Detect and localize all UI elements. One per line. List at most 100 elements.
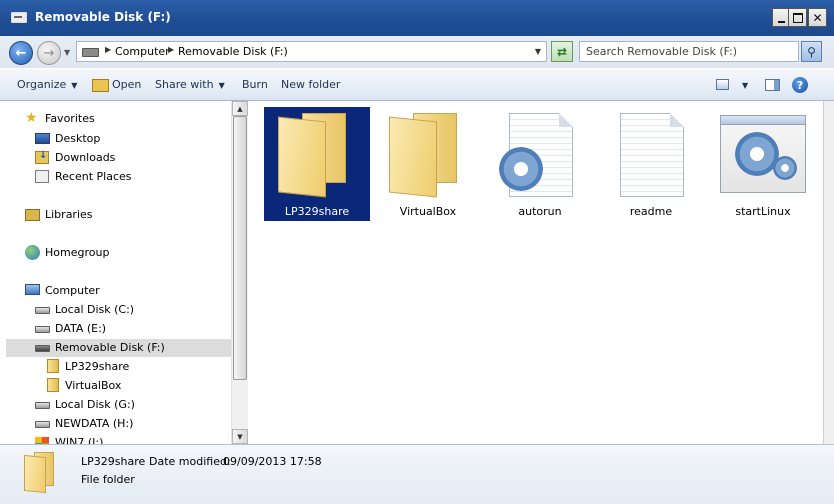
address-dropdown-icon[interactable]: ▼ (535, 47, 541, 56)
details-date-modified-label: Date modified: (149, 455, 231, 468)
folder-icon (278, 113, 356, 198)
refresh-icon: ⇄ (556, 44, 568, 59)
back-button[interactable]: ← (9, 41, 33, 65)
views-dropdown-icon[interactable]: ▼ (742, 81, 748, 90)
drive-icon (82, 48, 99, 57)
nav-item-removable-disk-f[interactable]: Removable Disk (F:) (6, 339, 231, 357)
share-with-button[interactable]: Share with ▼ (155, 78, 225, 91)
file-item-startlinux[interactable]: startLinux (710, 107, 816, 221)
breadcrumb-separator[interactable]: ▶ (168, 45, 174, 54)
nav-item-win7-i[interactable]: WIN7 (I:) (0, 434, 230, 444)
help-icon[interactable]: ? (792, 77, 808, 93)
folder-icon (47, 359, 59, 373)
details-pane: LP329share Date modified: 09/09/2013 17:… (0, 444, 834, 504)
search-icon: ⚲ (807, 44, 816, 59)
back-arrow-icon: ← (15, 45, 27, 61)
navigation-scrollbar[interactable]: ▲ ▼ (231, 101, 248, 444)
nav-item-favorites[interactable]: ★ Favorites (0, 110, 230, 128)
forward-button[interactable]: → (37, 41, 61, 65)
nav-item-virtualbox[interactable]: VirtualBox (0, 377, 230, 395)
recent-pages-dropdown[interactable]: ▼ (64, 48, 70, 57)
open-folder-icon (92, 79, 109, 92)
share-with-label: Share with (155, 78, 214, 91)
breadcrumb-computer[interactable]: Computer (115, 45, 170, 58)
details-file-name: LP329share (81, 455, 146, 468)
file-name: startLinux (735, 205, 791, 218)
close-button[interactable]: ✕ (808, 8, 827, 27)
nav-item-local-disk-g[interactable]: Local Disk (G:) (0, 396, 230, 414)
nav-item-label: WIN7 (I:) (55, 436, 104, 444)
file-item-readme[interactable]: readme (598, 107, 704, 221)
search-button[interactable]: ⚲ (801, 41, 822, 62)
nav-item-label: LP329share (65, 360, 130, 373)
nav-item-label: NEWDATA (H:) (55, 417, 134, 430)
file-name: readme (629, 205, 673, 218)
maximize-icon (792, 12, 803, 23)
scroll-up-button[interactable]: ▲ (232, 101, 248, 116)
recent-places-icon (35, 170, 49, 183)
nav-item-label: Local Disk (C:) (55, 303, 135, 316)
file-item-autorun[interactable]: autorun (487, 107, 593, 221)
nav-item-label: Favorites (45, 112, 95, 125)
nav-item-local-disk-c[interactable]: Local Disk (C:) (0, 301, 230, 319)
file-item-virtualbox[interactable]: VirtualBox (375, 107, 481, 221)
file-name: VirtualBox (399, 205, 457, 218)
file-name: LP329share (284, 205, 350, 218)
folder-icon (47, 378, 59, 392)
window-edge (823, 101, 834, 444)
libraries-icon (25, 209, 40, 221)
nav-item-label: Libraries (45, 208, 93, 221)
burn-button[interactable]: Burn (242, 78, 268, 91)
title-bar[interactable]: Removable Disk (F:) ✕ (0, 0, 834, 36)
file-name: autorun (518, 205, 562, 218)
address-bar-row: ← → ▼ ▶ Computer ▶ Removable Disk (F:) ▼… (0, 36, 834, 68)
nav-item-computer[interactable]: Computer (0, 282, 230, 300)
star-icon: ★ (25, 110, 38, 126)
nav-item-homegroup[interactable]: Homegroup (0, 244, 230, 262)
organize-button[interactable]: Organize ▼ (17, 78, 77, 91)
command-bar: Organize ▼ Open Share with ▼ Burn New fold… (0, 68, 834, 101)
open-button[interactable]: Open (112, 78, 141, 91)
chevron-down-icon: ▼ (218, 81, 225, 90)
nav-item-desktop[interactable]: Desktop (0, 130, 230, 148)
new-folder-label: New folder (281, 78, 341, 91)
nav-item-downloads[interactable]: Downloads (0, 149, 230, 167)
file-list: LP329share VirtualBox autorun readme sta… (248, 101, 823, 444)
burn-label: Burn (242, 78, 268, 91)
nav-item-data-e[interactable]: DATA (E:) (0, 320, 230, 338)
nav-item-label: Downloads (55, 151, 116, 164)
gear-icon (495, 143, 547, 195)
nav-item-label: VirtualBox (65, 379, 122, 392)
folder-icon (24, 452, 56, 494)
nav-item-newdata-h[interactable]: NEWDATA (H:) (0, 415, 230, 433)
scrollbar-thumb[interactable] (233, 116, 247, 380)
nav-item-lp329share[interactable]: LP329share (0, 358, 230, 376)
removable-drive-icon (35, 345, 50, 352)
desktop-icon (35, 133, 50, 144)
preview-pane-icon[interactable] (765, 79, 780, 91)
homegroup-icon (25, 245, 40, 260)
hard-drive-icon (35, 326, 50, 333)
folder-icon (389, 113, 467, 198)
change-view-icon[interactable] (716, 79, 729, 90)
scroll-down-button[interactable]: ▼ (232, 429, 248, 444)
chevron-down-icon: ▼ (71, 81, 78, 90)
computer-icon (25, 284, 40, 295)
nav-item-libraries[interactable]: Libraries (0, 206, 230, 224)
hard-drive-icon (35, 307, 50, 314)
downloads-icon (35, 150, 49, 164)
search-input[interactable]: Search Removable Disk (F:) (579, 41, 799, 62)
nav-item-label: Local Disk (G:) (55, 398, 135, 411)
refresh-button[interactable]: ⇄ (551, 41, 573, 62)
nav-item-label: Homegroup (45, 246, 110, 259)
file-item-lp329share[interactable]: LP329share (264, 107, 370, 221)
maximize-button[interactable] (788, 8, 807, 27)
new-folder-button[interactable]: New folder (281, 78, 340, 91)
address-bar[interactable]: ▶ Computer ▶ Removable Disk (F:) ▼ (76, 41, 547, 62)
minimize-icon (778, 20, 785, 23)
breadcrumb-removable-disk[interactable]: Removable Disk (F:) (178, 45, 288, 58)
organize-label: Organize (17, 78, 67, 91)
breadcrumb-separator[interactable]: ▶ (105, 45, 111, 54)
nav-item-recent-places[interactable]: Recent Places (0, 168, 230, 186)
nav-item-label: Removable Disk (F:) (55, 341, 165, 354)
